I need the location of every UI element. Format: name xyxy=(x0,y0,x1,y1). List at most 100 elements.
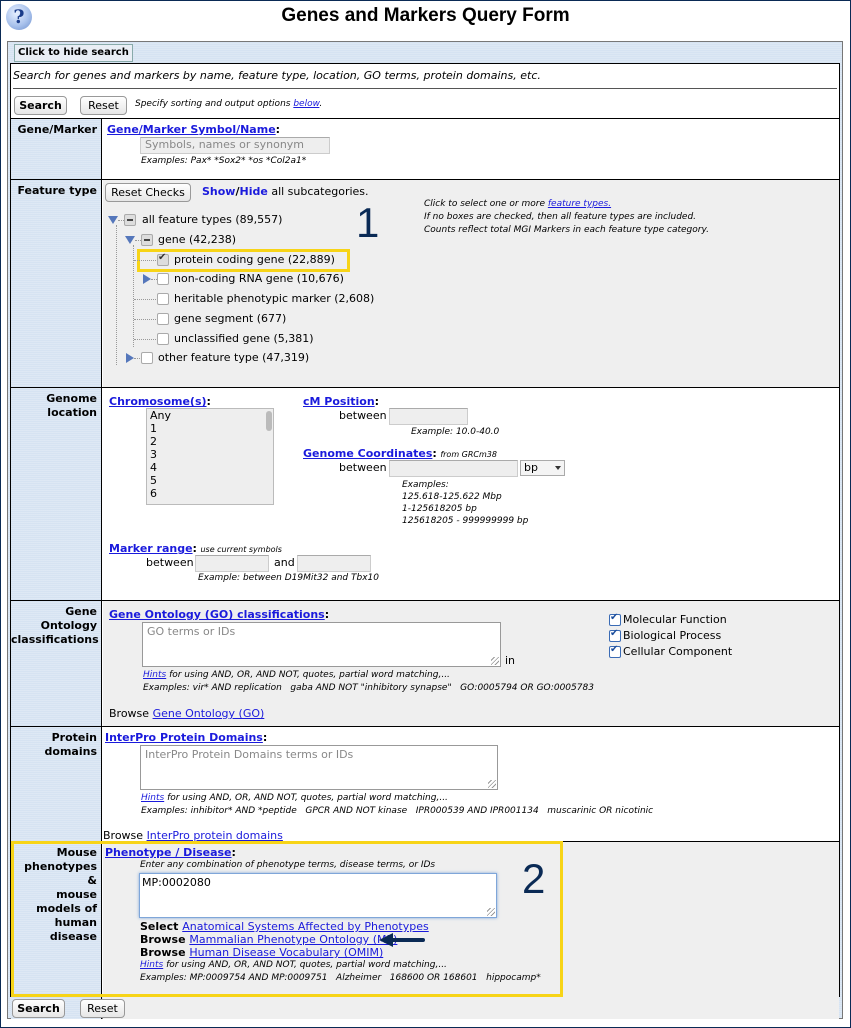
between-label: between xyxy=(146,556,194,569)
cellular-component-checkbox[interactable] xyxy=(609,644,621,658)
go-terms-textarea[interactable]: GO terms or IDs xyxy=(142,622,501,667)
molecular-function-checkbox[interactable] xyxy=(609,612,621,626)
go-link[interactable]: Gene Ontology (GO) classifications xyxy=(109,608,325,621)
feature-type-content: Reset Checks Show/Hide all subcategories… xyxy=(103,180,839,388)
biological-process-label: Biological Process xyxy=(623,629,722,642)
chevron-down-icon xyxy=(555,466,561,470)
spec-suffix: . xyxy=(319,99,323,109)
tree-line xyxy=(134,358,140,359)
go-browse: Browse Gene Ontology (GO) xyxy=(109,707,264,720)
gene-marker-label: Gene/Marker xyxy=(11,119,102,180)
marker-range-start-input[interactable] xyxy=(195,555,269,572)
colon: : xyxy=(192,542,197,555)
protein-domains-row: Protein domains InterPro Protein Domains:… xyxy=(11,726,839,842)
page-title: Genes and Markers Query Form xyxy=(281,5,570,26)
resize-handle[interactable] xyxy=(491,657,499,665)
label-line: Gene xyxy=(65,605,97,618)
expand-icon[interactable] xyxy=(108,216,118,224)
chromosome-option[interactable]: 6 xyxy=(147,487,273,500)
collapsed-icon[interactable] xyxy=(126,353,134,363)
feature-types-link[interactable]: feature types. xyxy=(548,199,611,209)
other-feature-type-checkbox[interactable] xyxy=(141,352,153,364)
all-feature-types-checkbox[interactable] xyxy=(124,214,136,226)
chromosome-link[interactable]: Chromosome(s) xyxy=(109,395,207,408)
search-button[interactable]: Search xyxy=(14,96,67,115)
placeholder: GO terms or IDs xyxy=(147,625,236,638)
spec-text: Specify sorting and output options xyxy=(135,99,294,109)
go-row: Gene Ontology classifications Gene Ontolog… xyxy=(11,600,839,727)
gene-checkbox[interactable] xyxy=(141,234,153,246)
protein-coding-gene-checkbox[interactable] xyxy=(157,252,169,266)
gene-marker-symbol-link[interactable]: Gene/Marker Symbol/Name xyxy=(107,123,276,136)
chromosome-option[interactable]: 4 xyxy=(147,461,273,474)
chromosome-option[interactable]: 2 xyxy=(147,435,273,448)
coords-example: 1-125618205 bp xyxy=(402,504,477,514)
biological-process-checkbox[interactable] xyxy=(609,628,621,642)
hide-link[interactable]: Hide xyxy=(240,185,268,198)
scrollbar[interactable] xyxy=(266,411,272,431)
collapsed-icon[interactable] xyxy=(143,274,151,284)
feature-type-help-1: Click to select one or more feature type… xyxy=(424,199,611,209)
heritable-phenotypic-marker-checkbox[interactable] xyxy=(157,293,169,305)
unclassified-gene-checkbox[interactable] xyxy=(157,333,169,345)
chromosome-option[interactable]: 5 xyxy=(147,474,273,487)
show-link[interactable]: Show xyxy=(202,185,235,198)
gene-segment-checkbox[interactable] xyxy=(157,313,169,325)
tree-line xyxy=(134,299,156,300)
coords-example: 125.618-125.622 Mbp xyxy=(402,492,502,502)
reset-checks-button[interactable]: Reset Checks xyxy=(105,183,191,202)
go-examples: Examples: vir* AND replication gaba AND … xyxy=(143,683,594,693)
genome-location-content: Chromosome(s): Any 1 2 3 4 5 6 cM Positi… xyxy=(103,388,839,601)
chromosome-option[interactable]: Any xyxy=(147,409,273,422)
tree-item-other-feature-type: other feature type (47,319) xyxy=(158,351,310,364)
feature-type-label: Feature type xyxy=(11,180,102,388)
genome-location-row: Genome location Chromosome(s): Any 1 2 3 … xyxy=(11,387,839,601)
placeholder: InterPro Protein Domains terms or IDs xyxy=(145,748,354,761)
show-hide-toggle: Show/Hide all subcategories. xyxy=(202,185,369,198)
placeholder: Symbols, names or synonym xyxy=(145,138,305,151)
feature-type-row: Feature type Reset Checks Show/Hide all … xyxy=(11,179,839,388)
tree-line xyxy=(134,319,156,320)
marker-example: Example: between D19Mit32 and Tbx10 xyxy=(198,573,379,583)
hints-link[interactable]: Hints xyxy=(143,670,166,680)
chromosome-option[interactable]: 3 xyxy=(147,448,273,461)
reset-button[interactable]: Reset xyxy=(80,96,127,115)
genome-coordinates-link[interactable]: Genome Coordinates xyxy=(303,447,432,460)
coords-example: Examples: xyxy=(402,480,449,490)
browse-go-link[interactable]: Gene Ontology (GO) xyxy=(153,707,265,720)
browse-label: Browse xyxy=(109,707,153,720)
unit-select[interactable]: bp xyxy=(520,460,565,476)
hide-search-button[interactable]: Click to hide search xyxy=(14,44,133,62)
footer-search-button[interactable]: Search xyxy=(12,999,65,1018)
interpro-link[interactable]: InterPro Protein Domains xyxy=(105,731,263,744)
resize-handle[interactable] xyxy=(488,780,496,788)
chromosome-listbox[interactable]: Any 1 2 3 4 5 6 xyxy=(146,408,274,505)
cm-position-input[interactable] xyxy=(389,408,468,425)
hints-link[interactable]: Hints xyxy=(141,793,164,803)
coords-note: from GRCm38 xyxy=(440,450,497,459)
tree-item-gene: gene (42,238) xyxy=(158,233,237,246)
genome-coordinates-input[interactable] xyxy=(389,460,518,477)
expand-icon[interactable] xyxy=(125,236,135,244)
genome-location-label: Genome location xyxy=(11,388,102,601)
interpro-textarea[interactable]: InterPro Protein Domains terms or IDs xyxy=(140,745,498,790)
query-form: Search for genes and markers by name, fe… xyxy=(10,63,840,1019)
label-line: Genome xyxy=(46,392,97,405)
tree-item-gene-segment: gene segment (677) xyxy=(174,312,287,325)
marker-range-end-input[interactable] xyxy=(297,555,371,572)
go-label: Gene Ontology classifications xyxy=(11,601,102,727)
annotation-number-1: 1 xyxy=(356,199,380,246)
marker-range-note: use current symbols xyxy=(200,545,282,554)
marker-range-link[interactable]: Marker range xyxy=(109,542,193,555)
cm-position-link[interactable]: cM Position xyxy=(303,395,375,408)
below-link[interactable]: below xyxy=(293,99,319,109)
gene-marker-heading: Gene/Marker Symbol/Name: xyxy=(107,123,280,136)
footer-reset-button[interactable]: Reset xyxy=(80,999,125,1018)
gene-marker-symbol-input[interactable]: Symbols, names or synonym xyxy=(140,137,330,154)
divider xyxy=(13,88,837,89)
tree-item-all-feature-types: all feature types (89,557) xyxy=(142,213,283,226)
colon: : xyxy=(262,731,268,744)
non-coding-rna-gene-checkbox[interactable] xyxy=(157,273,169,285)
cm-example: Example: 10.0-40.0 xyxy=(411,427,500,437)
chromosome-option[interactable]: 1 xyxy=(147,422,273,435)
